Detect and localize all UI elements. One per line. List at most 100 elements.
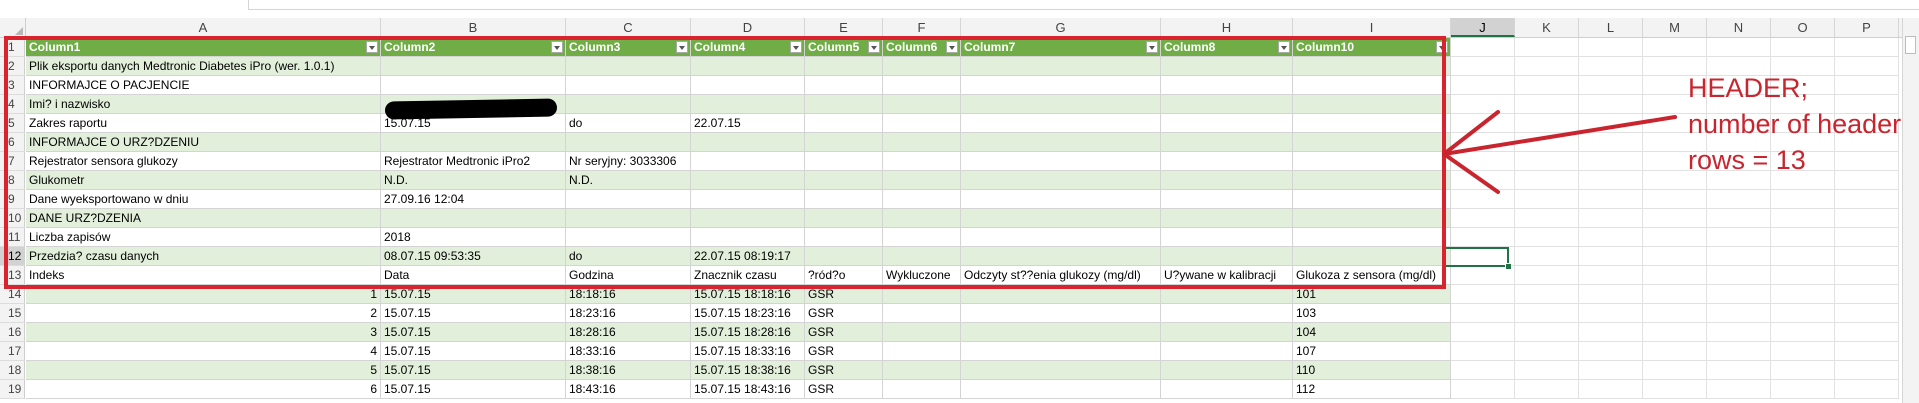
table-cell[interactable]: 18:33:16 [566,342,691,361]
table-cell[interactable] [1161,285,1293,304]
table-cell[interactable] [566,76,691,95]
empty-cell[interactable] [1515,285,1579,304]
row-number[interactable]: 12 [0,247,25,266]
column-header-e[interactable]: E [805,18,883,37]
empty-cell[interactable] [1835,247,1899,266]
column-title-cell[interactable]: Column1 [26,38,381,57]
table-cell[interactable] [883,247,961,266]
empty-cell[interactable] [1835,380,1899,399]
table-cell[interactable] [1161,323,1293,342]
table-cell[interactable]: GSR [805,342,883,361]
table-cell[interactable] [1161,133,1293,152]
table-cell[interactable]: ?ród?o [805,266,883,285]
table-cell[interactable]: DANE URZ?DZENIA [26,209,381,228]
table-cell[interactable]: do [566,114,691,133]
empty-cell[interactable] [1771,285,1835,304]
empty-cell[interactable] [1835,266,1899,285]
table-cell[interactable] [805,95,883,114]
empty-cell[interactable] [1771,323,1835,342]
column-title-cell[interactable]: Column7 [961,38,1161,57]
row-number[interactable]: 14 [0,285,25,304]
empty-cell[interactable] [1771,304,1835,323]
table-cell[interactable] [1161,95,1293,114]
table-cell[interactable]: 2018 [381,228,566,247]
table-cell[interactable] [883,190,961,209]
table-cell[interactable]: 15.07.15 18:38:16 [691,361,805,380]
filter-dropdown-icon[interactable] [366,41,378,53]
column-header-d[interactable]: D [691,18,805,37]
table-cell[interactable] [961,57,1161,76]
table-cell[interactable]: Glukometr [26,171,381,190]
column-header-b[interactable]: B [381,18,566,37]
empty-cell[interactable] [1515,38,1579,57]
table-cell[interactable] [961,152,1161,171]
row-number[interactable]: 1 [0,38,25,57]
column-title-cell[interactable]: Column2 [381,38,566,57]
table-cell[interactable] [883,361,961,380]
empty-cell[interactable] [1451,304,1515,323]
table-cell[interactable]: Indeks [26,266,381,285]
empty-cell[interactable] [1579,266,1643,285]
column-header-p[interactable]: P [1835,18,1899,37]
table-cell[interactable] [1293,171,1451,190]
table-cell[interactable] [1293,95,1451,114]
table-cell[interactable] [883,95,961,114]
empty-cell[interactable] [1707,228,1771,247]
table-cell[interactable] [1161,190,1293,209]
table-cell[interactable]: 4 [26,342,381,361]
empty-cell[interactable] [1579,323,1643,342]
fill-handle[interactable] [1505,263,1512,270]
table-cell[interactable]: 15.07.15 [381,342,566,361]
empty-cell[interactable] [1579,209,1643,228]
empty-cell[interactable] [1515,247,1579,266]
vertical-scrollbar[interactable] [1902,18,1919,403]
table-cell[interactable] [691,76,805,95]
table-cell[interactable] [961,133,1161,152]
empty-cell[interactable] [1643,342,1707,361]
table-cell[interactable]: 18:38:16 [566,361,691,380]
row-number[interactable]: 16 [0,323,25,342]
table-cell[interactable]: Glukoza z sensora (mg/dl) [1293,266,1451,285]
table-cell[interactable] [1293,228,1451,247]
table-cell[interactable] [1161,380,1293,399]
table-cell[interactable]: 15.07.15 18:18:16 [691,285,805,304]
table-cell[interactable]: U?ywane w kalibracji [1161,266,1293,285]
table-cell[interactable]: Odczyty st??enia glukozy (mg/dl) [961,266,1161,285]
table-cell[interactable]: 08.07.15 09:53:35 [381,247,566,266]
column-header-c[interactable]: C [566,18,691,37]
table-cell[interactable] [883,76,961,95]
table-cell[interactable] [961,361,1161,380]
table-cell[interactable] [566,228,691,247]
filter-dropdown-icon[interactable] [551,41,563,53]
table-cell[interactable] [961,228,1161,247]
table-cell[interactable] [805,209,883,228]
table-cell[interactable]: Plik eksportu danych Medtronic Diabetes … [26,57,381,76]
empty-cell[interactable] [1451,38,1515,57]
table-cell[interactable] [566,133,691,152]
table-cell[interactable] [961,190,1161,209]
table-cell[interactable]: Przedzia? czasu danych [26,247,381,266]
column-header-o[interactable]: O [1771,18,1835,37]
empty-cell[interactable] [1515,342,1579,361]
empty-cell[interactable] [1579,285,1643,304]
table-cell[interactable] [1161,114,1293,133]
column-title-cell[interactable]: Column4 [691,38,805,57]
empty-cell[interactable] [1835,323,1899,342]
empty-cell[interactable] [1515,266,1579,285]
table-cell[interactable] [883,133,961,152]
table-cell[interactable] [1161,152,1293,171]
table-cell[interactable]: Znacznik czasu [691,266,805,285]
table-cell[interactable] [691,171,805,190]
table-cell[interactable] [566,209,691,228]
empty-cell[interactable] [1643,247,1707,266]
row-number[interactable]: 3 [0,76,25,95]
empty-cell[interactable] [1707,304,1771,323]
table-cell[interactable]: GSR [805,285,883,304]
column-header-n[interactable]: N [1707,18,1771,37]
table-cell[interactable]: 18:43:16 [566,380,691,399]
table-cell[interactable] [961,323,1161,342]
empty-cell[interactable] [1579,228,1643,247]
table-cell[interactable]: 15.07.15 18:23:16 [691,304,805,323]
select-all-corner[interactable] [0,18,26,37]
empty-cell[interactable] [1515,304,1579,323]
